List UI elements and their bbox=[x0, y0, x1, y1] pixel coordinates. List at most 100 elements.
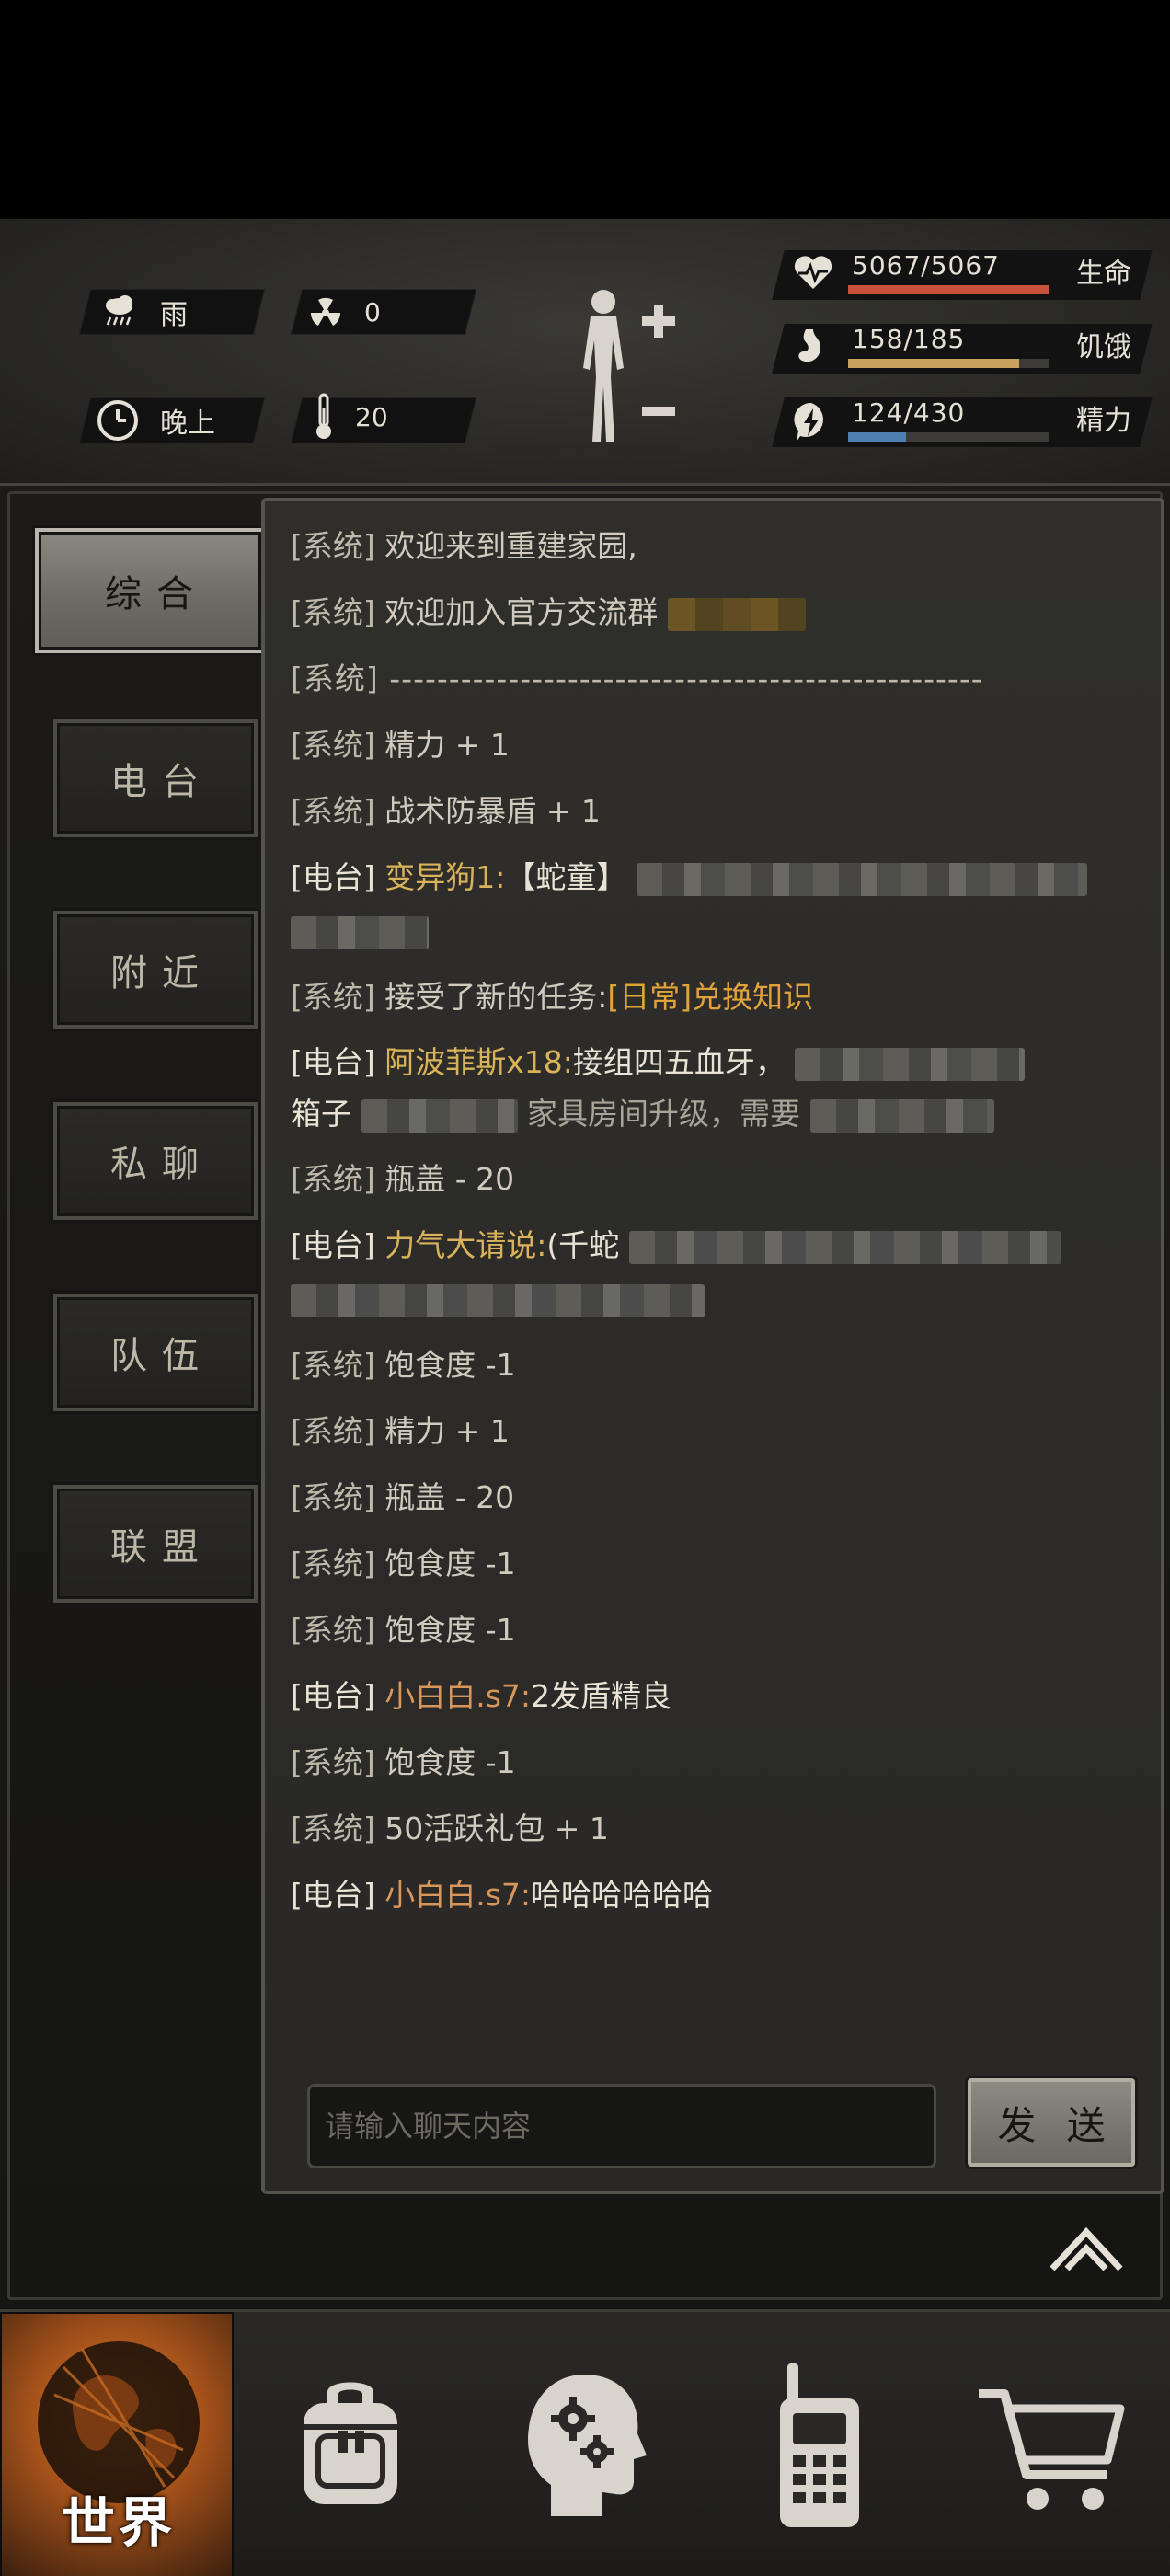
tab-alliance[interactable]: 联盟 bbox=[53, 1485, 258, 1603]
message-tag: [电台] bbox=[291, 1678, 375, 1714]
message-tag: [系统] bbox=[291, 528, 375, 564]
thermometer-icon bbox=[316, 393, 331, 439]
chat-message: [系统] 精力 + 1 bbox=[291, 719, 1137, 772]
sender-name[interactable]: 小白白.s7: bbox=[384, 1877, 531, 1913]
chat-message: [电台] 变异狗1:【蛇童】 bbox=[291, 851, 1137, 958]
chat-message: [系统] 瓶盖 - 20 bbox=[291, 1471, 1137, 1524]
message-tag: [电台] bbox=[291, 1044, 375, 1080]
nav-shop[interactable] bbox=[935, 2312, 1168, 2576]
weather-label: 雨 bbox=[160, 299, 188, 331]
rain-cloud-icon bbox=[106, 295, 132, 326]
redacted-text bbox=[795, 1047, 1026, 1081]
nav-world-label: 世界 bbox=[61, 2491, 176, 2554]
message-text: 欢迎来到重建家园, bbox=[384, 528, 637, 564]
message-tag: [系统] bbox=[291, 1811, 375, 1846]
task-link[interactable]: [日常]兑换知识 bbox=[607, 979, 813, 1015]
chat-message: [电台] 小白白.s7:哈哈哈哈哈哈 bbox=[291, 1869, 1137, 1922]
message-text: ----------------------------------------… bbox=[389, 661, 983, 696]
chat-message: [系统] 饱食度 -1 bbox=[291, 1736, 1137, 1789]
body-status-icon[interactable] bbox=[565, 285, 684, 451]
send-button[interactable]: 发 送 bbox=[968, 2078, 1135, 2167]
message-tag: [系统] bbox=[291, 1479, 375, 1515]
tab-radio[interactable]: 电台 bbox=[53, 719, 258, 837]
temperature-value: 20 bbox=[355, 401, 388, 432]
message-tag: [系统] bbox=[291, 1347, 375, 1383]
time-indicator: 晚上 bbox=[96, 397, 215, 443]
tab-general[interactable]: 综合 bbox=[35, 528, 265, 653]
message-tag: [电台] bbox=[291, 1877, 375, 1913]
weather-indicator: 雨 bbox=[99, 289, 188, 335]
sender-name[interactable]: 阿波菲斯x18: bbox=[384, 1044, 573, 1080]
sender-name[interactable]: 小白白.s7: bbox=[384, 1678, 531, 1714]
sender-name[interactable]: 变异狗1: bbox=[384, 859, 505, 895]
message-text: 瓶盖 - 20 bbox=[384, 1161, 515, 1197]
nav-world[interactable]: 世界 bbox=[0, 2312, 234, 2576]
chat-message: [系统] 精力 + 1 bbox=[291, 1405, 1137, 1458]
stomach-icon bbox=[798, 329, 820, 362]
message-text: 饱食度 -1 bbox=[384, 1744, 516, 1780]
message-text: 2发盾精良 bbox=[531, 1678, 672, 1714]
health-bar bbox=[848, 285, 1049, 294]
redacted-text bbox=[628, 1230, 1061, 1264]
chat-message: [系统] 饱食度 -1 bbox=[291, 1537, 1137, 1591]
bottom-nav: 世界 bbox=[0, 2309, 1170, 2576]
message-text: 50活跃礼包 + 1 bbox=[384, 1811, 609, 1846]
chat-message: [系统] 瓶盖 - 20 bbox=[291, 1153, 1137, 1206]
chat-message: [系统] 饱食度 -1 bbox=[291, 1604, 1137, 1657]
nav-skills[interactable] bbox=[467, 2312, 701, 2576]
send-button-label: 发 送 bbox=[997, 2102, 1115, 2148]
chat-messages[interactable]: [系统] 欢迎来到重建家园, [系统] 欢迎加入官方交流群 [系统] -----… bbox=[291, 520, 1137, 2049]
tab-label: 附近 bbox=[110, 952, 213, 995]
collapse-chevron-icon[interactable] bbox=[1047, 2223, 1126, 2276]
redacted-text bbox=[361, 1098, 518, 1133]
chat-message: [系统] 饱食度 -1 bbox=[291, 1339, 1137, 1392]
message-text: 战术防暴盾 + 1 bbox=[384, 793, 601, 829]
redacted-text bbox=[667, 597, 806, 631]
hunger-value: 158/185 bbox=[852, 324, 966, 354]
message-tag: [系统] bbox=[291, 1744, 375, 1780]
heart-pulse-icon bbox=[794, 256, 832, 289]
message-text: 饱食度 -1 bbox=[384, 1546, 516, 1581]
walkie-talkie-icon bbox=[780, 2363, 859, 2527]
chat-message: [系统] 战术防暴盾 + 1 bbox=[291, 785, 1137, 838]
chat-message: [系统] 接受了新的任务:[日常]兑换知识 bbox=[291, 971, 1137, 1024]
message-text: 饱食度 -1 bbox=[384, 1612, 516, 1648]
head-gears-icon bbox=[528, 2375, 647, 2516]
health-label: 生命 bbox=[1076, 258, 1131, 290]
message-text: 瓶盖 - 20 bbox=[384, 1479, 515, 1515]
message-text: 家具房间升级，需要 bbox=[527, 1096, 800, 1132]
tab-team[interactable]: 队伍 bbox=[53, 1294, 258, 1411]
backpack-icon bbox=[304, 2382, 397, 2504]
tab-nearby[interactable]: 附近 bbox=[53, 911, 258, 1029]
chat-panel: [系统] 欢迎来到重建家园, [系统] 欢迎加入官方交流群 [系统] -----… bbox=[261, 498, 1164, 2194]
message-tag: [电台] bbox=[291, 859, 375, 895]
chat-input[interactable] bbox=[325, 2109, 934, 2144]
message-text: (千蛇 bbox=[546, 1227, 620, 1263]
hunger-bar bbox=[848, 359, 1049, 368]
message-text: 哈哈哈哈哈哈 bbox=[531, 1877, 714, 1913]
redacted-text bbox=[291, 915, 429, 949]
sender-name[interactable]: 力气大请说: bbox=[384, 1227, 546, 1263]
message-tag: [系统] bbox=[291, 661, 379, 696]
message-text: 【蛇童】 bbox=[505, 859, 627, 895]
message-text: 精力 + 1 bbox=[384, 1413, 510, 1449]
message-tag: [系统] bbox=[291, 594, 375, 630]
message-tag: [系统] bbox=[291, 979, 375, 1015]
message-text: 接组四五血牙， bbox=[572, 1044, 786, 1080]
hunger-label: 饥饿 bbox=[1076, 331, 1131, 363]
chat-message: [电台] 小白白.s7:2发盾精良 bbox=[291, 1670, 1137, 1723]
message-text: 饱食度 -1 bbox=[384, 1347, 516, 1383]
redacted-text bbox=[291, 1283, 705, 1317]
hunger-stat: 158/185 饥饿 bbox=[772, 320, 1155, 377]
chat-input-box[interactable] bbox=[307, 2084, 936, 2168]
radiation-indicator: 0 bbox=[307, 289, 381, 335]
status-bar-area bbox=[0, 0, 1170, 219]
clock-icon bbox=[98, 400, 138, 441]
temperature-indicator: 20 bbox=[313, 393, 388, 440]
tab-private[interactable]: 私聊 bbox=[53, 1102, 258, 1220]
message-tag: [系统] bbox=[291, 1612, 375, 1648]
nav-radio[interactable] bbox=[701, 2312, 935, 2576]
radiation-icon bbox=[310, 297, 341, 326]
shopping-cart-icon bbox=[979, 2389, 1125, 2510]
nav-backpack[interactable] bbox=[234, 2312, 467, 2576]
